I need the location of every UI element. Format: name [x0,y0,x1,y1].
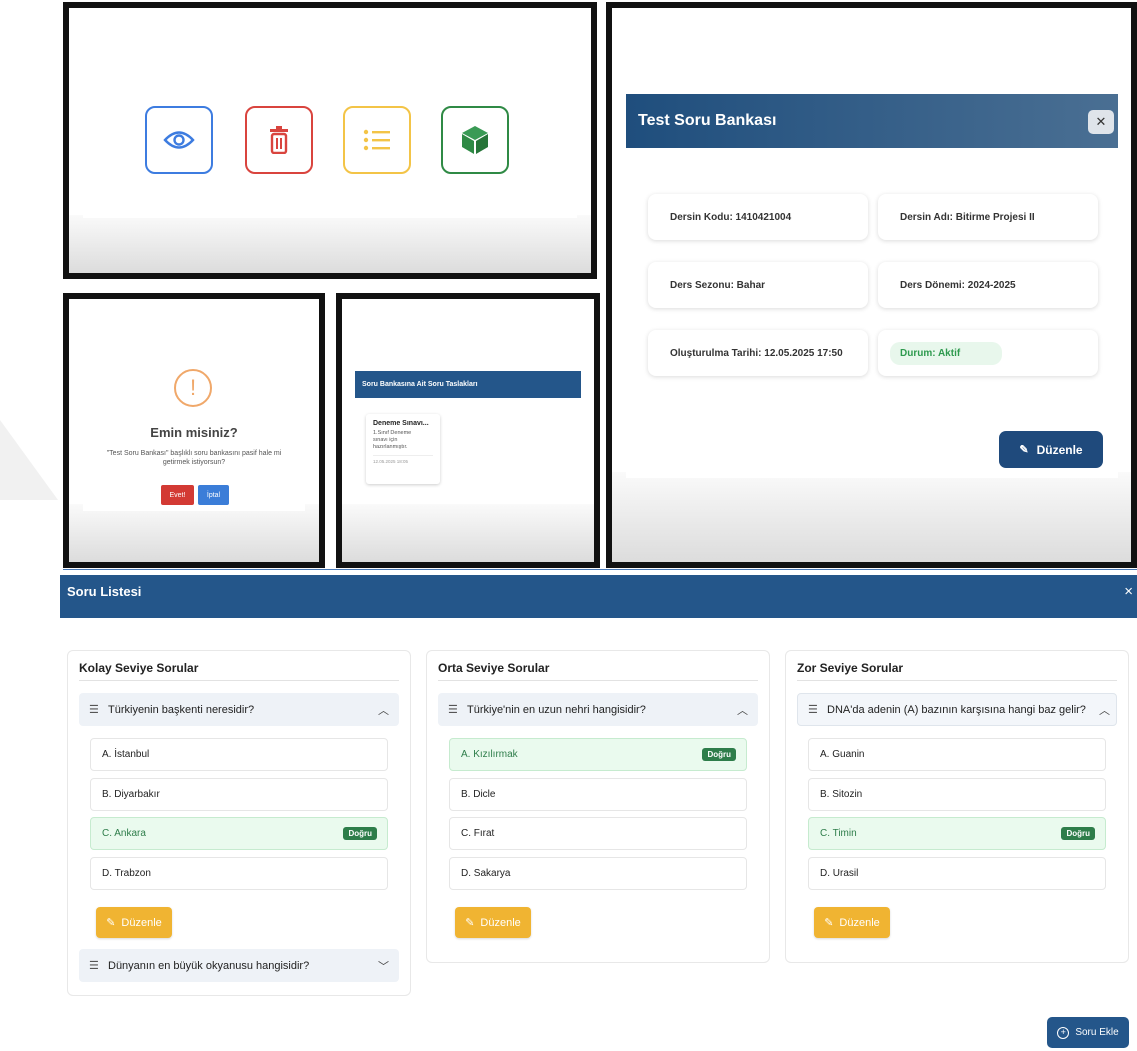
detail-close-button[interactable]: ✕ [1088,110,1114,134]
option-c[interactable]: C. Ankara Doğru [90,817,388,850]
option-b[interactable]: B. Dicle [449,778,747,811]
field-course-code: Dersin Kodu: 1410421004 [648,194,868,240]
view-button[interactable] [145,106,213,174]
cube-icon [462,126,488,154]
warning-icon: ! [174,369,212,407]
detail-edit-button[interactable]: ✎ Düzenle [999,431,1103,468]
delete-button[interactable] [245,106,313,174]
column-title: Kolay Seviye Sorular [79,661,199,675]
question-text: Dünyanın en büyük okyanusu hangisidir? [108,959,310,972]
pencil-icon: ✎ [824,917,834,929]
draft-card-date: 12.05.2025 18:05 [373,455,433,465]
option-d[interactable]: D. Sakarya [449,857,747,890]
option-b[interactable]: B. Diyarbakır [90,778,388,811]
correct-badge: Doğru [702,748,736,761]
confirm-panel: ! Emin misiniz? "Test Soru Bankası" başl… [63,293,325,568]
cancel-button[interactable]: İptal [198,485,229,505]
list-button[interactable] [343,106,411,174]
hard-questions-column: Zor Seviye Sorular ☰ DNA'da adenin (A) b… [785,650,1129,963]
drafts-header: Soru Bankasına Ait Soru Taslakları [355,371,581,398]
field-course-name: Dersin Adı: Bitirme Projesi II [878,194,1098,240]
option-c[interactable]: C. Fırat [449,817,747,850]
question-edit-button[interactable]: ✎ Düzenle [455,907,531,938]
medium-questions-column: Orta Seviye Sorular ☰ Türkiye'nin en uzu… [426,650,770,963]
chevron-up-icon: ︿ [378,704,389,717]
detail-panel: Test Soru Bankası ✕ Dersin Kodu: 1410421… [606,2,1137,568]
chevron-up-icon: ︿ [737,704,748,717]
plus-circle-icon: + [1057,1026,1070,1039]
status-badge: Durum: Aktif [890,341,1002,365]
question-accordion[interactable]: ☰ Türkiye'nin en uzun nehri hangisidir? … [438,693,758,726]
column-title: Zor Seviye Sorular [797,661,904,675]
chevron-up-icon: ︿ [1099,704,1110,717]
question-edit-button[interactable]: ✎ Düzenle [96,907,172,938]
list-icon: ☰ [89,704,99,716]
question-accordion[interactable]: ☰ DNA'da adenin (A) bazının karşısına ha… [797,693,1117,726]
question-accordion-collapsed[interactable]: ☰ Dünyanın en büyük okyanusu hangisidir?… [79,949,399,982]
cube-button[interactable] [441,106,509,174]
drafts-panel: Soru Bankasına Ait Soru Taslakları Denem… [336,293,600,568]
field-created-date: Oluşturulma Tarihi: 12.05.2025 17:50 [648,330,868,376]
option-c[interactable]: C. Timin Doğru [808,817,1106,850]
list-icon: ☰ [448,704,458,716]
correct-badge: Doğru [343,827,377,840]
option-b[interactable]: B. Sitozin [808,778,1106,811]
pencil-icon: ✎ [106,917,116,929]
draft-card-title: Deneme Sınavı... [373,420,429,427]
field-term: Ders Dönemi: 2024-2025 [878,262,1098,308]
question-edit-button[interactable]: ✎ Düzenle [814,907,890,938]
option-d[interactable]: D. Urasil [808,857,1106,890]
column-title: Orta Seviye Sorular [438,661,550,675]
watermark [0,400,60,520]
list-icon: ☰ [89,960,99,972]
question-text: DNA'da adenin (A) bazının karşısına hang… [827,703,1086,716]
soru-listesi-header: Soru Listesi × [60,575,1137,618]
option-a[interactable]: A. Kızılırmak Doğru [449,738,747,771]
list-icon [363,129,390,151]
question-text: Türkiyenin başkenti neresidir? [108,703,255,716]
list-icon: ☰ [808,704,818,716]
field-season: Ders Sezonu: Bahar [648,262,868,308]
detail-header: Test Soru Bankası [626,94,1118,148]
easy-questions-column: Kolay Seviye Sorular ☰ Türkiyenin başken… [67,650,411,996]
option-a[interactable]: A. İstanbul [90,738,388,771]
detail-title: Test Soru Bankası [638,112,777,129]
soru-listesi-title: Soru Listesi [67,584,142,599]
add-question-button[interactable]: + Soru Ekle [1047,1017,1129,1048]
yes-button[interactable]: Evet! [161,485,194,505]
confirm-message: "Test Soru Bankası" başlıklı soru bankas… [106,450,282,466]
draft-card[interactable]: Deneme Sınavı... 1.Sınıf Deneme sınavı i… [366,414,440,484]
question-text: Türkiye'nin en uzun nehri hangisidir? [467,703,646,716]
field-status-card: Durum: Aktif [878,330,1098,376]
soru-listesi-close-button[interactable]: × [1124,583,1133,600]
pencil-icon: ✎ [1019,444,1029,456]
eye-icon [163,131,195,149]
question-accordion[interactable]: ☰ Türkiyenin başkenti neresidir? ︿ [79,693,399,726]
actions-panel [63,2,597,279]
confirm-title: Emin misiniz? [150,425,238,440]
option-d[interactable]: D. Trabzon [90,857,388,890]
divider [63,569,1137,570]
pencil-icon: ✎ [465,917,475,929]
trash-icon [270,126,288,154]
option-a[interactable]: A. Guanin [808,738,1106,771]
correct-badge: Doğru [1061,827,1095,840]
chevron-down-icon: ﹀ [378,960,389,973]
